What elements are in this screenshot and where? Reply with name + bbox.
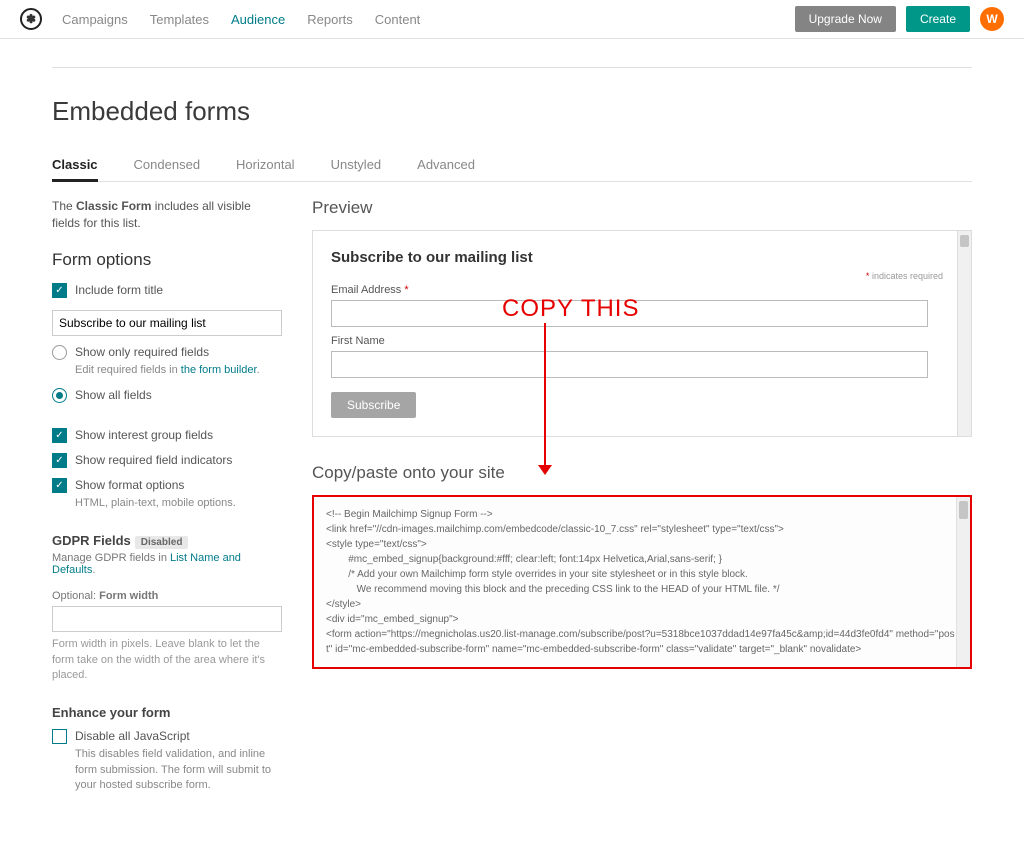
- gdpr-heading: GDPR FieldsDisabled: [52, 533, 282, 548]
- nav-links: Campaigns Templates Audience Reports Con…: [62, 12, 420, 27]
- fname-label: First Name: [331, 335, 953, 347]
- checkbox-icon[interactable]: ✓: [52, 453, 67, 468]
- form-options-heading: Form options: [52, 250, 282, 270]
- gdpr-text: Manage GDPR fields in List Name and Defa…: [52, 552, 282, 576]
- radio-icon[interactable]: [52, 388, 67, 403]
- form-builder-link[interactable]: the form builder: [181, 364, 257, 376]
- checkbox-icon[interactable]: ✓: [52, 283, 67, 298]
- option-include-title[interactable]: ✓ Include form title: [52, 282, 282, 299]
- nav-right: Upgrade Now Create W: [795, 6, 1004, 32]
- nav-campaigns[interactable]: Campaigns: [62, 12, 128, 27]
- disabled-badge: Disabled: [135, 536, 189, 549]
- embed-code-text: <!-- Begin Mailchimp Signup Form --> <li…: [326, 509, 955, 655]
- option-label: Include form title: [75, 282, 163, 299]
- top-nav: ✽ Campaigns Templates Audience Reports C…: [0, 0, 1024, 39]
- option-label: Show interest group fields: [75, 427, 213, 444]
- form-width-input[interactable]: [52, 606, 282, 632]
- width-label: Optional: Form width: [52, 590, 282, 602]
- preview-title: Subscribe to our mailing list: [331, 249, 953, 266]
- nav-reports[interactable]: Reports: [307, 12, 353, 27]
- tab-horizontal[interactable]: Horizontal: [236, 157, 295, 173]
- option-label: Show required field indicators: [75, 452, 232, 469]
- option-all-fields[interactable]: Show all fields: [52, 387, 282, 404]
- checkbox-icon[interactable]: ✓: [52, 478, 67, 493]
- required-indicator: * indicates required: [866, 271, 943, 281]
- nav-templates[interactable]: Templates: [150, 12, 209, 27]
- annotation-text: COPY THIS: [502, 295, 639, 323]
- nav-content[interactable]: Content: [375, 12, 421, 27]
- divider: [52, 67, 972, 68]
- checkbox-icon[interactable]: [52, 729, 67, 744]
- option-label: Show format options HTML, plain-text, mo…: [75, 477, 236, 511]
- preview-scrollbar[interactable]: [957, 231, 971, 436]
- fname-input[interactable]: [331, 351, 928, 378]
- option-label: Show all fields: [75, 387, 152, 404]
- option-required-only[interactable]: Show only required fields Edit required …: [52, 344, 282, 378]
- right-column: Preview Subscribe to our mailing list * …: [312, 198, 972, 801]
- annotation-arrow-icon: [544, 323, 546, 469]
- logo-icon[interactable]: ✽: [20, 8, 42, 30]
- code-scrollbar[interactable]: [956, 497, 970, 667]
- option-label: Show only required fields Edit required …: [75, 344, 260, 378]
- checkbox-icon[interactable]: ✓: [52, 428, 67, 443]
- radio-icon[interactable]: [52, 345, 67, 360]
- option-format[interactable]: ✓ Show format options HTML, plain-text, …: [52, 477, 282, 511]
- option-interest[interactable]: ✓ Show interest group fields: [52, 427, 282, 444]
- preview-heading: Preview: [312, 198, 972, 218]
- avatar[interactable]: W: [980, 7, 1004, 31]
- form-title-input[interactable]: [52, 310, 282, 336]
- upgrade-button[interactable]: Upgrade Now: [795, 6, 896, 32]
- preview-box: Subscribe to our mailing list * indicate…: [312, 230, 972, 437]
- page-body: Embedded forms Classic Condensed Horizon…: [52, 39, 972, 841]
- copy-heading: Copy/paste onto your site: [312, 463, 972, 483]
- tab-unstyled[interactable]: Unstyled: [331, 157, 382, 173]
- email-label: Email Address *: [331, 284, 953, 296]
- create-button[interactable]: Create: [906, 6, 970, 32]
- intro-text: The Classic Form includes all visible fi…: [52, 198, 282, 232]
- width-hint: Form width in pixels. Leave blank to let…: [52, 637, 282, 683]
- tab-advanced[interactable]: Advanced: [417, 157, 475, 173]
- option-indicators[interactable]: ✓ Show required field indicators: [52, 452, 282, 469]
- page-title: Embedded forms: [52, 96, 972, 127]
- nav-audience[interactable]: Audience: [231, 12, 285, 27]
- option-label: Disable all JavaScript This disables fie…: [75, 728, 282, 793]
- tab-condensed[interactable]: Condensed: [134, 157, 201, 173]
- enhance-heading: Enhance your form: [52, 705, 282, 720]
- subscribe-button[interactable]: Subscribe: [331, 392, 416, 418]
- copy-section: COPY THIS Copy/paste onto your site <!--…: [312, 463, 972, 669]
- form-tabs: Classic Condensed Horizontal Unstyled Ad…: [52, 157, 972, 182]
- option-disable-js[interactable]: Disable all JavaScript This disables fie…: [52, 728, 282, 793]
- tab-classic[interactable]: Classic: [52, 157, 98, 182]
- left-column: The Classic Form includes all visible fi…: [52, 198, 282, 801]
- embed-code-box[interactable]: <!-- Begin Mailchimp Signup Form --> <li…: [312, 495, 972, 669]
